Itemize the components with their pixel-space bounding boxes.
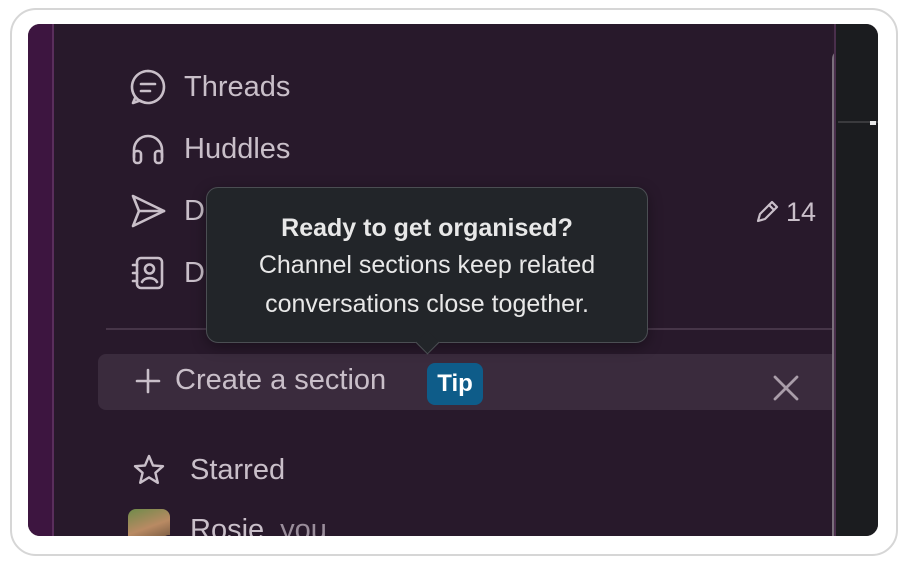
sidebar-item-label: Threads bbox=[184, 70, 291, 103]
sidebar-item-label: Huddles bbox=[184, 132, 291, 165]
sidebar-item-huddles[interactable]: Huddles bbox=[128, 126, 290, 172]
draft-count-value: 14 bbox=[786, 196, 817, 227]
threads-icon bbox=[128, 67, 168, 107]
dm-name: Rosie bbox=[190, 513, 265, 537]
header-marker bbox=[870, 121, 876, 125]
sidebar-item-starred[interactable]: Starred bbox=[132, 448, 285, 492]
star-icon bbox=[133, 454, 165, 484]
sidebar-item-threads[interactable]: Threads bbox=[128, 64, 290, 110]
dm-you-label: you bbox=[280, 513, 327, 537]
create-section-button[interactable]: Create a section Tip bbox=[98, 354, 840, 410]
tooltip-body-line-1: Channel sections keep related bbox=[258, 251, 596, 279]
workspace-rail bbox=[28, 24, 52, 536]
draft-count: 14 bbox=[754, 192, 816, 232]
close-icon[interactable] bbox=[772, 374, 800, 407]
directory-icon bbox=[128, 253, 168, 293]
create-section-label: Create a section bbox=[175, 364, 387, 396]
tooltip-body-line-2: conversations close together. bbox=[265, 290, 589, 318]
tip-badge: Tip bbox=[427, 363, 483, 405]
tip-tooltip: Ready to get organised? Channel sections… bbox=[206, 187, 648, 355]
presence-indicator bbox=[162, 535, 176, 536]
headphones-icon bbox=[128, 129, 168, 169]
plus-icon bbox=[134, 367, 162, 400]
starred-label: Starred bbox=[190, 453, 286, 486]
tooltip-title: Ready to get organised? bbox=[281, 214, 573, 242]
pencil-icon bbox=[756, 200, 779, 223]
sidebar-item-dm-rosie[interactable]: Rosie you bbox=[128, 508, 327, 536]
send-icon bbox=[128, 191, 168, 231]
avatar bbox=[128, 509, 176, 536]
main-pane bbox=[834, 24, 878, 536]
